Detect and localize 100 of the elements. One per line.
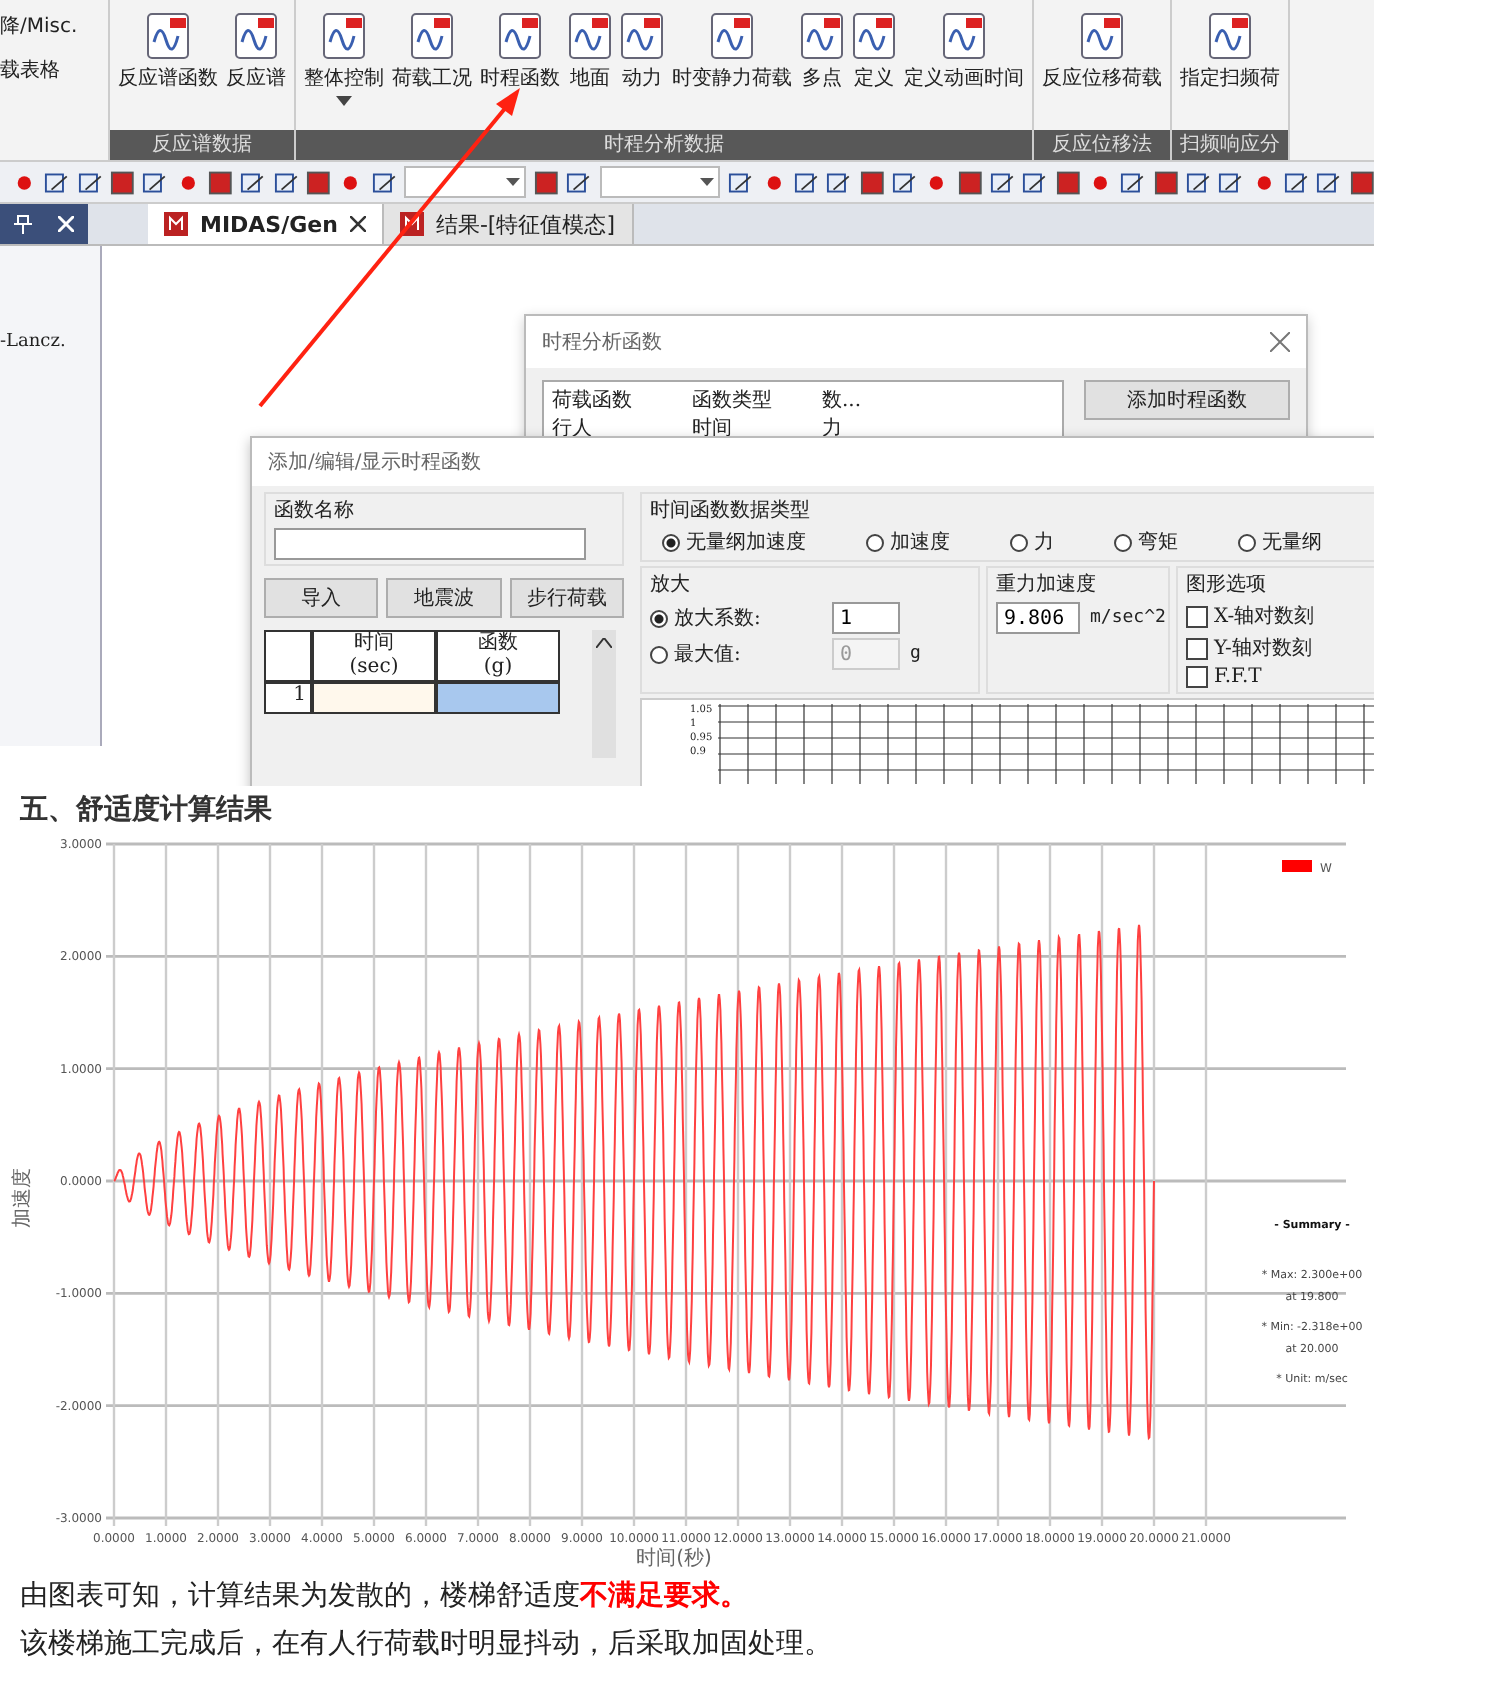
panel-text: -Lancz. <box>0 332 66 352</box>
toolbar-icon[interactable] <box>533 169 559 195</box>
radio-option[interactable]: 无量纲加速度 <box>662 528 806 556</box>
toolbar-icon[interactable] <box>1055 169 1081 195</box>
close-icon[interactable] <box>349 216 366 232</box>
table-cell[interactable]: 行人 <box>552 414 692 442</box>
chart-icon <box>234 12 278 60</box>
ribbon-button[interactable]: 反应位移荷载 <box>1038 8 1166 96</box>
radio-option[interactable]: 无量纲 <box>1238 528 1322 556</box>
radio-option[interactable]: 加速度 <box>866 528 950 556</box>
name-field[interactable] <box>274 528 586 560</box>
table-cell[interactable]: 力 <box>822 414 952 442</box>
checkbox[interactable] <box>1186 666 1208 688</box>
unit-label: g <box>910 644 921 664</box>
ribbon-button[interactable]: 指定扫频荷 <box>1176 8 1284 96</box>
document-tab[interactable]: 结果-[特征值模态] <box>383 204 634 244</box>
action-button[interactable]: 导入 <box>264 578 379 618</box>
radio-button[interactable] <box>662 533 680 551</box>
toolbar-icon[interactable] <box>142 169 168 195</box>
toolbar-icon[interactable] <box>1022 169 1048 195</box>
toolbar-icon[interactable] <box>1153 169 1178 195</box>
checkbox-option[interactable]: F.F.T <box>1186 666 1374 688</box>
value-field[interactable]: 1 <box>832 602 900 634</box>
ribbon-button[interactable]: 反应谱函数 <box>114 8 222 96</box>
column-header: 函数 (g) <box>436 630 560 682</box>
document-tab[interactable]: MIDAS/Gen <box>148 204 384 244</box>
column-header: 荷载函数 <box>552 387 634 414</box>
toolbar-icon[interactable] <box>826 169 852 195</box>
body-paragraph: 由图表可知，计算结果为发散的，楼梯舒适度不满足要求。 <box>20 1578 750 1616</box>
dropdown-field[interactable] <box>403 166 526 198</box>
ribbon-button[interactable]: 整体控制 <box>300 8 388 110</box>
group-label: 函数名称 <box>274 498 356 524</box>
toolbar-icon[interactable] <box>109 169 135 195</box>
radio-button[interactable] <box>650 609 668 627</box>
toolbar-icon[interactable] <box>305 169 331 195</box>
toolbar-icon[interactable] <box>794 169 819 195</box>
table-cell[interactable] <box>312 682 436 714</box>
ribbon-button[interactable]: 荷载工况 <box>388 8 476 96</box>
toolbar-icon[interactable] <box>892 169 917 195</box>
ribbon-button[interactable]: 地面 <box>564 8 616 96</box>
chart-icon <box>146 12 190 60</box>
action-button[interactable]: 步行荷载 <box>509 578 624 618</box>
toolbar-icon[interactable] <box>957 169 983 195</box>
row-number: 1 <box>264 682 312 714</box>
ribbon-button[interactable]: 动力 <box>616 8 668 96</box>
radio-option[interactable]: 力 <box>1010 528 1054 556</box>
column-header: 函数类型 <box>692 387 774 414</box>
ribbon-label[interactable]: 载表格 <box>0 56 108 84</box>
ribbon-button[interactable]: 时程函数 <box>476 8 564 96</box>
toolbar-icon[interactable] <box>240 169 266 195</box>
table-cell[interactable]: 时间 <box>692 414 822 442</box>
toolbar-icon[interactable] <box>990 169 1015 195</box>
toolbar-icon[interactable] <box>273 169 298 195</box>
ribbon-button[interactable]: 多点 <box>796 8 848 96</box>
chart-icon <box>568 12 612 60</box>
scrollbar[interactable] <box>592 630 616 758</box>
toolbar-icon[interactable] <box>1349 169 1374 195</box>
toolbar-icon[interactable] <box>859 169 885 195</box>
checkbox[interactable] <box>1186 637 1208 659</box>
checkbox-option[interactable]: Y-轴对数刻 <box>1186 634 1374 662</box>
section-heading: 五、舒适度计算结果 <box>20 794 274 828</box>
radio-button[interactable] <box>1114 533 1132 551</box>
radio-option[interactable]: 弯矩 <box>1114 528 1178 556</box>
toolbar-icon[interactable] <box>728 169 754 195</box>
column-header: 时间 (sec) <box>312 630 436 682</box>
gravity-field[interactable]: 9.806 <box>996 602 1080 634</box>
radio-option[interactable]: 放大系数: <box>650 604 822 632</box>
dialog-title: 时程分析函数 <box>542 329 662 356</box>
ribbon-button[interactable]: 反应谱 <box>222 8 290 96</box>
toolbar-icon[interactable] <box>1186 169 1211 195</box>
tab-label: MIDAS/Gen <box>200 211 338 237</box>
ribbon-label[interactable]: 降/Misc. <box>0 12 108 40</box>
toolbar-icon[interactable] <box>1316 169 1342 195</box>
checkbox[interactable] <box>1186 605 1208 627</box>
pin-icon[interactable] <box>13 214 32 234</box>
checkbox-option[interactable]: X-轴对数刻 <box>1186 602 1374 630</box>
dropdown-field[interactable] <box>599 166 721 198</box>
toolbar-icon[interactable] <box>77 169 102 195</box>
toolbar-icon[interactable] <box>207 169 233 195</box>
toolbar-icon[interactable] <box>44 169 70 195</box>
radio-option[interactable]: 最大值: <box>650 640 822 668</box>
group-label: 重力加速度 <box>996 571 1098 598</box>
radio-button[interactable] <box>1238 533 1256 551</box>
toolbar-icon[interactable] <box>1120 169 1146 195</box>
ribbon-button[interactable]: 时变静力荷载 <box>668 8 796 96</box>
toolbar-icon[interactable] <box>566 169 591 195</box>
ribbon-button[interactable]: 定义 <box>848 8 900 96</box>
toolbar-icon[interactable] <box>1218 169 1244 195</box>
table-cell[interactable] <box>436 682 560 714</box>
legend-swatch <box>1282 860 1312 872</box>
group-label: 图形选项 <box>1186 571 1268 598</box>
ribbon-button[interactable]: 定义动画时间 <box>900 8 1028 96</box>
toolbar-icon[interactable] <box>371 169 396 195</box>
radio-button[interactable] <box>866 533 884 551</box>
radio-button[interactable] <box>1010 533 1028 551</box>
radio-button[interactable] <box>650 645 668 663</box>
caret-icon <box>505 178 520 186</box>
add-button[interactable]: 添加时程函数 <box>1083 380 1290 420</box>
toolbar-icon[interactable] <box>1283 169 1309 195</box>
action-button[interactable]: 地震波 <box>386 578 502 618</box>
